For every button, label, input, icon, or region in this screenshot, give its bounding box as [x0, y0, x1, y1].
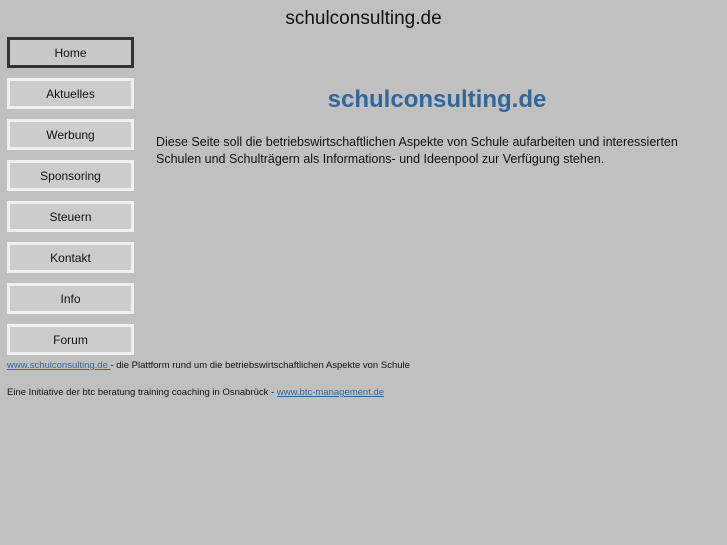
site-title: schulconsulting.de — [285, 8, 442, 29]
nav-item-forum[interactable]: Forum — [7, 324, 134, 355]
nav-item-aktuelles[interactable]: Aktuelles — [7, 78, 134, 109]
page-heading: schulconsulting.de — [327, 86, 547, 113]
nav-item-werbung[interactable]: Werbung — [7, 119, 134, 150]
footer-line-1: www.schulconsulting.de - die Plattform r… — [7, 360, 410, 371]
nav-item-info[interactable]: Info — [7, 283, 134, 314]
footer-tagline: - die Plattform rund um die betriebswirt… — [110, 360, 410, 371]
nav-item-kontakt[interactable]: Kontakt — [7, 242, 134, 273]
nav-item-steuern[interactable]: Steuern — [7, 201, 134, 232]
footer-line-2: Eine Initiative der btc beratung trainin… — [7, 387, 384, 398]
schulconsulting-link[interactable]: www.schulconsulting.de — [7, 360, 111, 371]
nav-item-sponsoring[interactable]: Sponsoring — [7, 160, 134, 191]
nav-item-home[interactable]: Home — [7, 37, 134, 68]
intro-text: Diese Seite soll die betriebswirtschaftl… — [156, 135, 678, 166]
footer-initiative-text: Eine Initiative der btc beratung trainin… — [7, 387, 277, 398]
btc-management-link[interactable]: www.btc-management.de — [277, 387, 384, 398]
sidebar-nav: Home Aktuelles Werbung Sponsoring Steuer… — [7, 37, 134, 365]
